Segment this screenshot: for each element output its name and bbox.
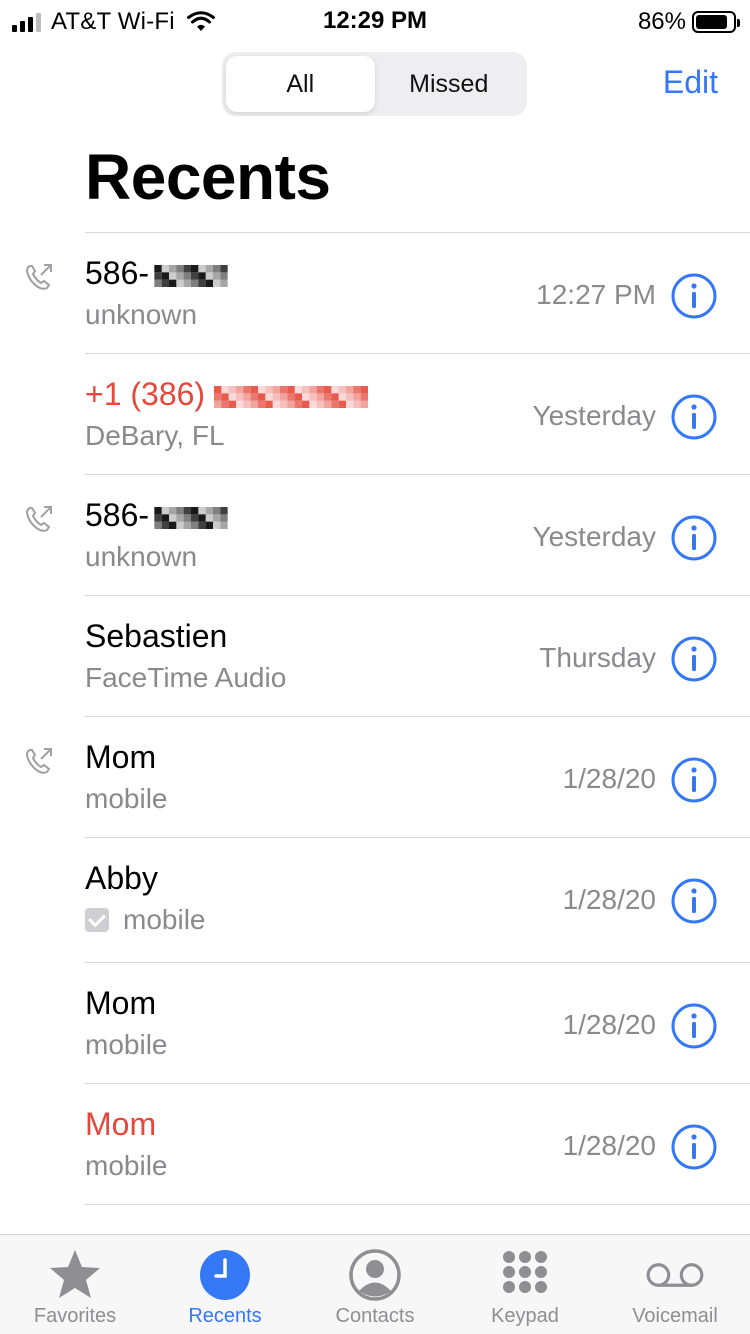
call-detail-text: FaceTime Audio [85,662,287,693]
call-row[interactable]: Sebastien FaceTime Audio Thursday [85,595,750,716]
caller-name: 586- [85,255,231,292]
status-bar: AT&T Wi-Fi 12:29 PM 86% [0,0,750,40]
call-detail: unknown [85,299,197,331]
info-icon[interactable] [671,1003,717,1049]
call-row[interactable]: Mom mobile 1/28/20 [25,716,750,837]
call-detail: mobile [85,783,167,815]
info-icon[interactable] [671,757,717,803]
caller-name: Mom [85,985,156,1022]
call-detail: FaceTime Audio [85,662,286,694]
tab-voicemail[interactable]: Voicemail [600,1235,750,1334]
page-title: Recents [85,141,331,213]
call-row[interactable]: 586- unknown 12:27 PM [25,232,750,353]
call-row[interactable]: Abby mobile 1/28/20 [85,837,750,962]
tab-keypad-label: Keypad [491,1305,559,1327]
battery-percent: 86% [637,8,686,35]
caller-name-text: Mom [85,1106,157,1142]
caller-name-text: +1 (386) [85,376,206,412]
tab-favorites-label: Favorites [33,1305,117,1327]
info-icon[interactable] [671,636,717,682]
outgoing-call-icon [23,745,55,777]
redacted-digits [214,385,369,408]
call-time: Yesterday [532,400,657,431]
call-detail-text: mobile [85,1150,168,1181]
caller-name: Mom [85,1106,156,1143]
call-time: 1/28/20 [562,1130,656,1161]
star-icon [45,1247,105,1303]
call-row[interactable]: 586- unknown Yesterday [25,474,750,595]
tab-recents[interactable]: Recents [150,1235,300,1334]
segment-all-label: All [286,69,315,98]
person-circle-icon [345,1247,405,1303]
info-icon[interactable] [671,273,717,319]
call-detail: mobile [85,1150,167,1182]
keypad-icon [495,1247,555,1303]
info-icon[interactable] [671,515,717,561]
recents-list: 586- unknown 12:27 PM +1 (386) DeBary, FL Yes… [0,232,750,1244]
voicemail-icon [645,1247,705,1303]
call-row[interactable]: +1 (386) DeBary, FL Yesterday [85,353,750,474]
tab-recents-label: Recents [188,1305,262,1327]
caller-name-text: Abby [85,860,158,896]
segment-missed[interactable]: Missed [375,56,524,112]
call-time: 1/28/20 [562,763,656,794]
battery-icon [692,11,740,33]
redacted-digits [154,264,228,287]
caller-name: Mom [85,739,156,776]
status-right: 86% [637,8,740,36]
caller-name-text: Mom [85,985,157,1021]
tab-contacts[interactable]: Contacts [300,1235,450,1334]
caller-name: Sebastien [85,618,227,655]
call-time: 12:27 PM [536,279,656,310]
outgoing-call-icon [23,503,55,535]
caller-name-text: Sebastien [85,618,228,654]
tab-favorites[interactable]: Favorites [0,1235,150,1334]
checkbox-icon [85,908,109,932]
tab-voicemail-label: Voicemail [632,1305,718,1327]
call-time: 1/28/20 [562,1009,656,1040]
call-detail-text: mobile [85,783,168,814]
outgoing-call-icon [23,261,55,293]
tab-contacts-label: Contacts [335,1305,415,1327]
call-detail: DeBary, FL [85,420,225,452]
caller-name: +1 (386) [85,376,375,413]
info-icon[interactable] [671,878,717,924]
call-detail: mobile [85,1029,167,1061]
redacted-digits [154,506,228,529]
caller-name-text: 586- [85,497,150,533]
segment-missed-label: Missed [409,69,489,98]
tab-keypad[interactable]: Keypad [450,1235,600,1334]
call-detail: mobile [85,904,205,936]
calls-filter-segmented-control[interactable]: All Missed [222,52,527,116]
clock-icon [195,1247,255,1303]
call-detail-text: mobile [123,904,206,935]
caller-name-text: 586- [85,255,150,291]
caller-name: 586- [85,497,231,534]
call-row[interactable]: Mom mobile 1/28/20 [85,962,750,1083]
call-detail-text: unknown [85,541,198,572]
edit-button[interactable]: Edit [663,64,718,101]
info-icon[interactable] [671,1124,717,1170]
caller-name: Abby [85,860,158,897]
call-detail-text: mobile [85,1029,168,1060]
call-time: Yesterday [532,521,657,552]
call-detail: unknown [85,541,197,573]
info-icon[interactable] [671,394,717,440]
call-detail-text: unknown [85,299,198,330]
call-row[interactable]: Mom mobile 1/28/20 [85,1083,750,1204]
tab-bar: Favorites Recents Contacts Keypad Voicem… [0,1234,750,1334]
caller-name-text: Mom [85,739,157,775]
segment-all[interactable]: All [226,56,375,112]
call-time: 1/28/20 [562,884,656,915]
call-time: Thursday [539,642,656,673]
call-detail-text: DeBary, FL [85,420,225,451]
